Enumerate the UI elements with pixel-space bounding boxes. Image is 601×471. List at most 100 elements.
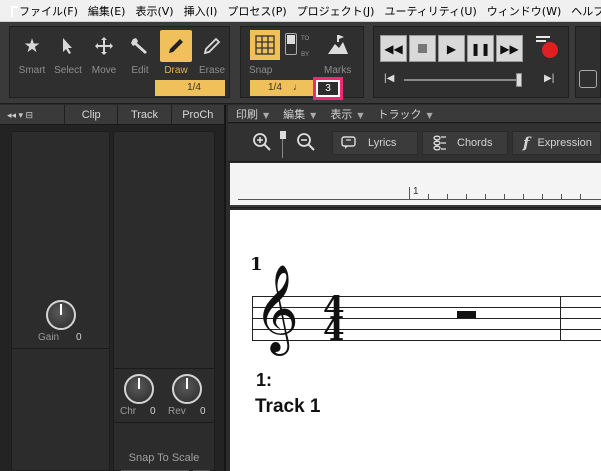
- draw-tool-button[interactable]: [160, 30, 192, 62]
- zoom-in-button[interactable]: [252, 132, 272, 152]
- marks-label: Marks: [324, 65, 352, 76]
- start-barline: [252, 296, 253, 341]
- menu-window[interactable]: ウィンドウ(W): [482, 3, 566, 19]
- ruler-baseline: [238, 199, 601, 200]
- ruler-tick: [580, 194, 581, 199]
- staff-line: [252, 329, 601, 330]
- zoom-out-button[interactable]: [296, 132, 316, 152]
- chorus-value: 0: [150, 406, 156, 417]
- menu-help[interactable]: ヘルプ(H): [566, 3, 601, 19]
- score-menu-track[interactable]: トラック ▼: [369, 106, 438, 122]
- tab-proch[interactable]: ProCh: [170, 105, 224, 124]
- strip-divider: [12, 348, 109, 349]
- treble-clef-icon: 𝄞: [254, 263, 299, 352]
- expression-button[interactable]: f Expression: [512, 131, 601, 155]
- tool-group: ★ Smart Select Move Edit Draw Erase 1/4: [9, 26, 230, 98]
- position-knob[interactable]: [516, 73, 522, 87]
- score-toolbar: Lyrics Chords f Expression: [228, 124, 601, 162]
- panel-options-icons[interactable]: ◂◂ ▾ ⊟: [0, 105, 64, 124]
- lyrics-label: Lyrics: [368, 137, 397, 149]
- staff-line: [252, 296, 601, 297]
- select-tool-button[interactable]: [52, 30, 84, 62]
- score-menu-view[interactable]: 表示 ▼: [322, 106, 369, 122]
- chevron-down-icon: ▼: [263, 110, 270, 120]
- menu-view[interactable]: 表示(V): [130, 3, 178, 19]
- position-track: [404, 79, 522, 81]
- menu-process[interactable]: プロセス(P): [222, 3, 291, 19]
- marks-button[interactable]: [323, 30, 353, 60]
- play-button[interactable]: ▶: [438, 35, 465, 62]
- score-menu-view-label: 表示: [330, 107, 353, 121]
- smart-tool-button[interactable]: ★: [16, 30, 48, 62]
- extra-toolbar-group: [575, 26, 601, 98]
- eraser-icon: [203, 37, 221, 55]
- go-to-start-icon: |◀: [384, 73, 395, 84]
- staff-line: [252, 318, 601, 319]
- track-name: Track 1: [255, 396, 321, 417]
- menu-insert[interactable]: 挿入(I): [179, 3, 223, 19]
- ruler-tick: [561, 194, 562, 199]
- tuplet-highlight: 3: [313, 77, 343, 100]
- move-tool-button[interactable]: [88, 30, 120, 62]
- snap-to-by-toggle[interactable]: [285, 33, 297, 55]
- rewind-button[interactable]: ◀◀: [380, 35, 407, 62]
- staff-line: [252, 307, 601, 308]
- score-menu-print[interactable]: 印刷 ▼: [228, 106, 275, 122]
- fast-forward-button[interactable]: ▶▶: [496, 35, 523, 62]
- score-page[interactable]: 1 𝄞 4 4 1: Track 1: [230, 210, 601, 471]
- pause-button[interactable]: ❚❚: [467, 35, 494, 62]
- menu-utility[interactable]: ユーティリティ(U): [379, 3, 481, 19]
- quantize-selector[interactable]: 1/4: [155, 80, 225, 96]
- chevron-down-icon: ▼: [426, 110, 433, 120]
- reverb-label: Rev: [168, 406, 186, 417]
- zoom-slider[interactable]: [280, 129, 286, 158]
- snap-grid-button[interactable]: [250, 30, 280, 60]
- pause-icon: ❚❚: [470, 41, 491, 56]
- snap-value-selector[interactable]: 1/4 ♩: [250, 80, 313, 96]
- strip-divider: [114, 422, 214, 423]
- song-position-slider[interactable]: |◀ ▶|: [384, 73, 560, 87]
- erase-tool-button[interactable]: [196, 30, 228, 62]
- draw-tool-label: Draw: [164, 65, 188, 76]
- reverb-knob[interactable]: [172, 374, 202, 404]
- move-tool-label: Move: [91, 65, 117, 76]
- grid-icon: [255, 35, 275, 55]
- zoom-in-icon: [253, 133, 271, 151]
- strip-divider: [114, 368, 214, 369]
- menu-project[interactable]: プロジェクト(J): [292, 3, 380, 19]
- zoom-slider-knob[interactable]: [280, 131, 286, 139]
- ruler-tick: [485, 194, 486, 199]
- score-menu-edit-label: 編集: [283, 107, 306, 121]
- wrench-icon: [131, 38, 147, 54]
- gain-knob[interactable]: [46, 300, 76, 330]
- tab-track[interactable]: Track: [117, 105, 170, 124]
- snap-label: Snap: [249, 65, 273, 76]
- snap-group: TO BY Snap Marks 1/4 ♩ 3: [240, 26, 364, 100]
- zoom-out-icon: [297, 133, 315, 151]
- menu-edit[interactable]: 編集(E): [83, 3, 131, 19]
- whole-rest-icon: [457, 311, 476, 318]
- main-toolbar: ★ Smart Select Move Edit Draw Erase 1/4 …: [0, 22, 601, 104]
- menu-file[interactable]: ファイル(F): [14, 3, 83, 19]
- chorus-label: Chr: [120, 406, 137, 417]
- ruler-tick: [447, 194, 448, 199]
- record-button[interactable]: [534, 33, 564, 63]
- chorus-knob[interactable]: [124, 374, 154, 404]
- record-icon: [536, 36, 558, 58]
- move-arrows-icon: [95, 37, 113, 55]
- stop-button[interactable]: [409, 35, 436, 62]
- chords-button[interactable]: Chords: [422, 131, 508, 155]
- tab-clip[interactable]: Clip: [64, 105, 117, 124]
- score-menu-edit[interactable]: 編集 ▼: [275, 106, 322, 122]
- lyrics-button[interactable]: Lyrics: [332, 131, 418, 155]
- play-icon: ▶: [446, 41, 457, 56]
- marks-icon: [328, 35, 348, 54]
- ruler-tick: [428, 194, 429, 199]
- gain-label: Gain: [38, 332, 60, 343]
- smart-tool-label: Smart: [18, 65, 46, 76]
- edit-tool-button[interactable]: [124, 30, 156, 62]
- chevron-down-icon: ▼: [310, 110, 317, 120]
- inspector-panel: ◂◂ ▾ ⊟ Clip Track ProCh Gain 0 Chr 0 Rev…: [0, 105, 226, 471]
- tuplet-selector[interactable]: 3: [318, 82, 338, 95]
- loop-icon[interactable]: [579, 70, 597, 88]
